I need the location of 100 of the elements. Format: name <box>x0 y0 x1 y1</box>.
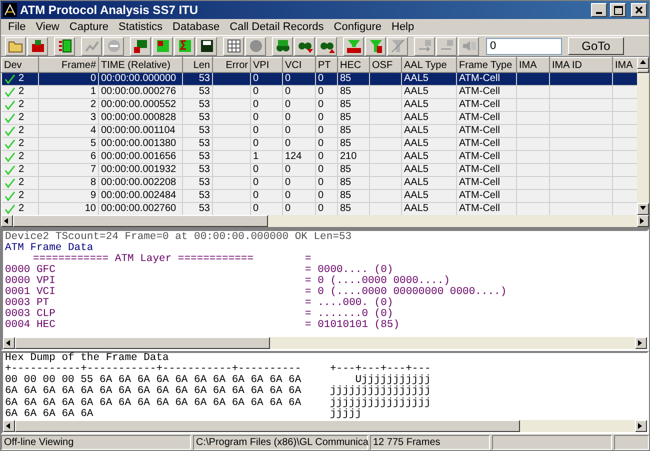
column-header[interactable]: IMA ID <box>550 58 612 72</box>
field-value: = <box>305 254 312 265</box>
binoculars-icon <box>274 38 290 54</box>
menu-item[interactable]: View <box>30 21 64 33</box>
vpi-cell: 0 <box>253 190 259 201</box>
column-header[interactable]: Frame Type <box>456 58 516 72</box>
device-cell: 2 <box>18 177 24 188</box>
status-text: Off-line Viewing <box>1 435 191 450</box>
table-row[interactable]: 2 2 00:00:00.000552 53 0 0 0 85 AAL5 ATM-Cell <box>2 98 637 112</box>
column-header[interactable]: Dev <box>2 58 38 72</box>
status-text: C:\Program Files (x86)\GL Communica <box>193 435 368 450</box>
column-header[interactable]: VCI <box>282 58 316 72</box>
toolbar-button[interactable] <box>54 36 75 56</box>
window-title: ATM Protocol Analysis SS7 ITU <box>20 3 200 17</box>
menu-item[interactable]: Configure <box>328 21 386 33</box>
menu-item[interactable]: File <box>3 21 31 33</box>
table-row[interactable]: 2 7 00:00:00.001932 53 0 0 0 85 AAL5 ATM-Cell <box>2 164 637 176</box>
goto-field[interactable]: 0 <box>486 38 562 54</box>
field-value: = ....000. (0) <box>305 298 394 309</box>
column-header[interactable]: HEC <box>338 58 370 72</box>
vpi-cell: 1 <box>253 151 259 162</box>
menu-item[interactable]: Call Detail Records <box>224 21 329 33</box>
scroll-down-button[interactable] <box>637 203 649 215</box>
column-header[interactable]: OSF <box>370 58 402 72</box>
time-cell: 00:00:00.000552 <box>101 99 176 110</box>
horizontal-scrollbar[interactable] <box>3 337 647 349</box>
table-row[interactable]: 2 9 00:00:00.002484 53 0 0 0 85 AAL5 ATM-Cell <box>2 190 637 202</box>
ascii-text: jjjjjjjjjjjjjjjj <box>330 386 432 396</box>
close-button[interactable] <box>631 3 647 17</box>
frame-type-cell: ATM-Cell <box>459 190 500 201</box>
menu-item[interactable]: Statistics <box>114 21 168 33</box>
table-row[interactable]: 2 1 00:00:00.000276 53 0 0 0 85 AAL5 ATM-Cell <box>2 86 637 98</box>
scroll-up-button[interactable] <box>637 57 649 69</box>
toolbar-button[interactable] <box>223 36 244 56</box>
field-name: 0000 GFC <box>5 265 56 276</box>
toolbar-button[interactable] <box>174 36 195 56</box>
scroll-right-button[interactable] <box>635 337 647 349</box>
horizontal-scrollbar[interactable] <box>1 215 649 227</box>
vpi-cell: 0 <box>253 203 259 214</box>
toolbar-button[interactable] <box>365 36 386 56</box>
column-header[interactable]: Error <box>212 58 250 72</box>
vpi-cell: 0 <box>253 73 259 84</box>
pt-cell: 0 <box>318 112 324 123</box>
scroll-left-button[interactable] <box>3 337 15 349</box>
toolbar-button[interactable] <box>130 36 151 56</box>
table-row[interactable]: 2 5 00:00:00.001380 53 0 0 0 85 AAL5 ATM-Cell <box>2 138 637 150</box>
toolbar-button[interactable] <box>294 36 315 56</box>
filter-icon <box>368 38 384 54</box>
aal-type-cell: AAL5 <box>404 138 428 149</box>
scrollbar-thumb[interactable] <box>637 69 649 73</box>
scrollbar-thumb[interactable] <box>15 337 270 349</box>
length-cell: 53 <box>198 86 210 97</box>
frame-number-cell: 9 <box>90 190 96 201</box>
ascii-text: jjjjjjjjjjjjjjjj <box>330 398 432 408</box>
check-icon <box>4 126 16 136</box>
column-header[interactable]: TIME (Relative) <box>98 58 182 72</box>
toolbar-button[interactable] <box>316 36 337 56</box>
frame-type-cell: ATM-Cell <box>459 203 500 214</box>
toolbar-button[interactable] <box>343 36 364 56</box>
column-header[interactable]: Len <box>182 58 212 72</box>
vertical-scrollbar[interactable] <box>637 57 649 215</box>
goto-button[interactable]: GoTo <box>568 37 624 55</box>
aal-type-cell: AAL5 <box>404 112 428 123</box>
maximize-button[interactable] <box>610 3 626 17</box>
scrollbar-thumb[interactable] <box>13 215 268 227</box>
vci-cell: 0 <box>285 190 291 201</box>
scroll-left-button[interactable] <box>3 420 15 432</box>
field-name: 0000 VPI <box>5 276 56 287</box>
frame-number-cell: 3 <box>90 112 96 123</box>
toolbar-button[interactable] <box>272 36 293 56</box>
check-icon <box>4 191 16 201</box>
toolbar-button[interactable] <box>196 36 217 56</box>
menu-item[interactable]: Database <box>168 21 225 33</box>
menu-item[interactable]: Help <box>386 21 420 33</box>
menu-item[interactable]: Capture <box>64 21 114 33</box>
table-row[interactable]: 2 4 00:00:00.001104 53 0 0 0 85 AAL5 ATM-Cell <box>2 124 637 138</box>
scroll-right-button[interactable] <box>635 420 647 432</box>
column-header[interactable]: IMA <box>612 58 637 72</box>
column-header[interactable]: IMA <box>516 58 550 72</box>
toolbar-button[interactable] <box>27 36 48 56</box>
horizontal-scrollbar[interactable] <box>3 420 647 432</box>
scrollbar-thumb[interactable] <box>15 420 520 432</box>
length-cell: 53 <box>198 190 210 201</box>
aal-type-cell: AAL5 <box>404 151 428 162</box>
check-icon <box>4 113 16 123</box>
table-row[interactable]: 2 8 00:00:00.002208 53 0 0 0 85 AAL5 ATM-Cell <box>2 176 637 190</box>
table-row[interactable]: 2 6 00:00:00.001656 53 1 124 0 210 AAL5 ATM-Cell <box>2 150 637 164</box>
table-row[interactable]: 2 10 00:00:00.002760 53 0 0 0 85 AAL5 ATM-Cell <box>2 202 637 215</box>
minimize-button[interactable] <box>591 3 607 17</box>
scroll-right-button[interactable] <box>637 215 649 227</box>
column-header[interactable]: PT <box>316 58 338 72</box>
table-row[interactable]: 2 3 00:00:00.000828 53 0 0 0 85 AAL5 ATM-Cell <box>2 112 637 124</box>
column-header[interactable]: VPI <box>250 58 282 72</box>
vpi-cell: 0 <box>253 164 259 175</box>
toolbar-button[interactable] <box>152 36 173 56</box>
time-cell: 00:00:00.000828 <box>101 112 176 123</box>
scroll-left-button[interactable] <box>1 215 13 227</box>
column-header[interactable]: AAL Type <box>402 58 456 72</box>
table-row[interactable]: 2 0 00:00:00.000000 53 0 0 0 85 AAL5 ATM-Cell <box>2 72 637 86</box>
column-header[interactable]: Frame# <box>38 58 98 72</box>
